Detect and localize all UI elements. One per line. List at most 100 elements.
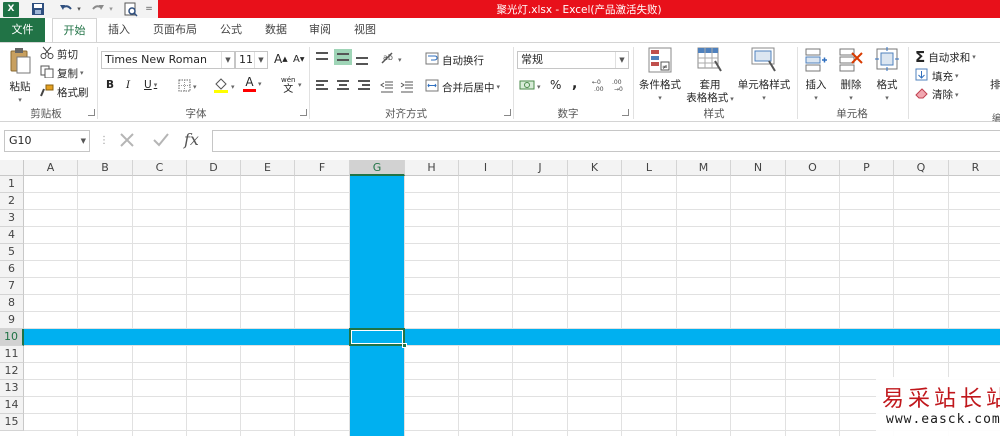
undo-dropdown-icon[interactable]: ▾ [75, 1, 83, 17]
number-format-select[interactable]: 常规 ▼ [517, 51, 629, 69]
column-header-r[interactable]: R [949, 160, 1000, 176]
column-header-f[interactable]: F [295, 160, 350, 176]
redo-icon[interactable] [88, 1, 108, 17]
row-header-5[interactable]: 5 [0, 244, 24, 261]
column-header-i[interactable]: I [459, 160, 513, 176]
redo-dropdown-icon[interactable]: ▾ [107, 1, 115, 17]
clipboard-launcher-icon[interactable] [88, 109, 95, 116]
tab-file[interactable]: 文件 [0, 18, 45, 42]
merge-center-button[interactable]: 合并后居中 ▾ [425, 79, 500, 95]
column-header-c[interactable]: C [133, 160, 187, 176]
column-header-m[interactable]: M [677, 160, 731, 176]
row-header-13[interactable]: 13 [0, 380, 24, 397]
column-header-n[interactable]: N [731, 160, 786, 176]
increase-indent-icon[interactable] [400, 81, 414, 93]
tab-formulas[interactable]: 公式 [213, 18, 249, 42]
tab-insert[interactable]: 插入 [101, 18, 137, 42]
enter-icon[interactable] [152, 131, 170, 152]
column-header-q[interactable]: Q [894, 160, 949, 176]
row-header-1[interactable]: 1 [0, 176, 24, 193]
row-header-14[interactable]: 14 [0, 397, 24, 414]
borders-button[interactable]: ▾ [178, 79, 197, 95]
fill-color-button[interactable]: ▾ [213, 77, 235, 96]
row-header-6[interactable]: 6 [0, 261, 24, 278]
percent-style-button[interactable]: % [550, 78, 561, 92]
row-header-3[interactable]: 3 [0, 210, 24, 227]
column-header-h[interactable]: H [405, 160, 459, 176]
comma-style-button[interactable]: , [572, 76, 577, 92]
cancel-icon[interactable] [118, 131, 136, 152]
autosum-button[interactable]: Σ 自动求和 ▾ [915, 48, 976, 66]
column-header-l[interactable]: L [622, 160, 677, 176]
accounting-format-button[interactable]: ▾ [519, 79, 541, 95]
cut-button[interactable]: 剪切 [40, 46, 78, 62]
font-size-select[interactable]: 11 ▼ [235, 51, 268, 69]
formula-input[interactable] [212, 130, 1000, 152]
number-launcher-icon[interactable] [622, 109, 629, 116]
grow-font-button[interactable]: A ▲ [274, 52, 288, 66]
active-cell[interactable] [349, 328, 405, 346]
align-right-button[interactable] [356, 79, 370, 91]
phonetic-dropdown-icon[interactable]: ▾ [296, 81, 302, 89]
tab-view[interactable]: 视图 [347, 18, 383, 42]
font-name-select[interactable]: Times New Roman ▼ [101, 51, 235, 69]
tab-review[interactable]: 审阅 [302, 18, 338, 42]
row-header-9[interactable]: 9 [0, 312, 24, 329]
format-cells-button[interactable]: 格式 ▾ [872, 47, 902, 105]
align-top-button[interactable] [316, 50, 330, 62]
column-header-j[interactable]: J [513, 160, 568, 176]
align-center-button[interactable] [336, 79, 350, 91]
conditional-formatting-button[interactable]: ≠ 条件格式 ▾ [637, 47, 683, 105]
row-header-11[interactable]: 11 [0, 346, 24, 363]
align-left-button[interactable] [316, 79, 330, 91]
font-color-button[interactable]: A ▾ [243, 76, 262, 92]
shrink-font-button[interactable]: A ▼ [293, 54, 304, 65]
select-all-button[interactable] [0, 160, 24, 176]
undo-icon[interactable] [56, 1, 76, 17]
column-header-k[interactable]: K [568, 160, 622, 176]
insert-cells-button[interactable]: 插入 ▾ [801, 47, 831, 105]
row-header-7[interactable]: 7 [0, 278, 24, 295]
save-icon[interactable] [28, 1, 48, 17]
cell-styles-button[interactable]: 单元格样式 ▾ [737, 47, 791, 105]
row-header-4[interactable]: 4 [0, 227, 24, 244]
column-header-p[interactable]: P [840, 160, 894, 176]
row-header-2[interactable]: 2 [0, 193, 24, 210]
worksheet-grid[interactable]: ABCDEFGHIJKLMNOPQR 1 2 3 4 5 6 7 8 9 10 11 12 13 14 15 [0, 160, 1000, 436]
column-header-d[interactable]: D [187, 160, 241, 176]
bold-button[interactable]: B [106, 79, 114, 91]
column-header-g[interactable]: G [350, 160, 405, 176]
more-options-icon[interactable]: ⋮ [99, 135, 109, 146]
fill-handle[interactable] [402, 343, 407, 348]
underline-button[interactable]: U ▾ [144, 79, 157, 91]
alignment-launcher-icon[interactable] [504, 109, 511, 116]
paste-button[interactable]: 粘贴 ▾ [6, 47, 34, 107]
orientation-button[interactable]: ab ▾ [380, 51, 402, 68]
decrease-indent-icon[interactable] [380, 81, 394, 93]
wrap-text-button[interactable]: 自动换行 [425, 52, 484, 68]
format-as-table-button[interactable]: 套用 表格格式 ▾ [684, 47, 736, 106]
phonetic-button[interactable]: wén 文 [281, 76, 295, 95]
tab-page-layout[interactable]: 页面布局 [146, 18, 204, 42]
font-launcher-icon[interactable] [300, 109, 307, 116]
column-header-e[interactable]: E [241, 160, 295, 176]
name-box[interactable]: G10 ▼ [4, 130, 90, 152]
insert-function-button[interactable]: fx [184, 130, 199, 149]
delete-cells-button[interactable]: 删除 ▾ [836, 47, 866, 105]
decrease-decimal-icon[interactable]: .00 →0 [612, 78, 630, 92]
increase-decimal-icon[interactable]: ←0.00 [592, 78, 610, 92]
tab-data[interactable]: 数据 [258, 18, 294, 42]
column-header-b[interactable]: B [78, 160, 133, 176]
tab-home[interactable]: 开始 [52, 18, 97, 43]
sort-filter-partial[interactable]: 排 [990, 77, 1000, 92]
customize-qat-icon[interactable]: = [144, 1, 154, 17]
italic-button[interactable]: I [126, 79, 130, 91]
excel-logo-icon[interactable]: X [2, 1, 20, 17]
row-header-12[interactable]: 12 [0, 363, 24, 380]
align-bottom-button[interactable] [356, 55, 370, 67]
align-middle-button[interactable] [334, 49, 352, 65]
row-header-15[interactable]: 15 [0, 414, 24, 431]
format-painter-button[interactable]: 格式刷 [40, 84, 89, 100]
fill-button[interactable]: 填充 ▾ [915, 68, 959, 84]
print-preview-icon[interactable] [122, 1, 140, 17]
